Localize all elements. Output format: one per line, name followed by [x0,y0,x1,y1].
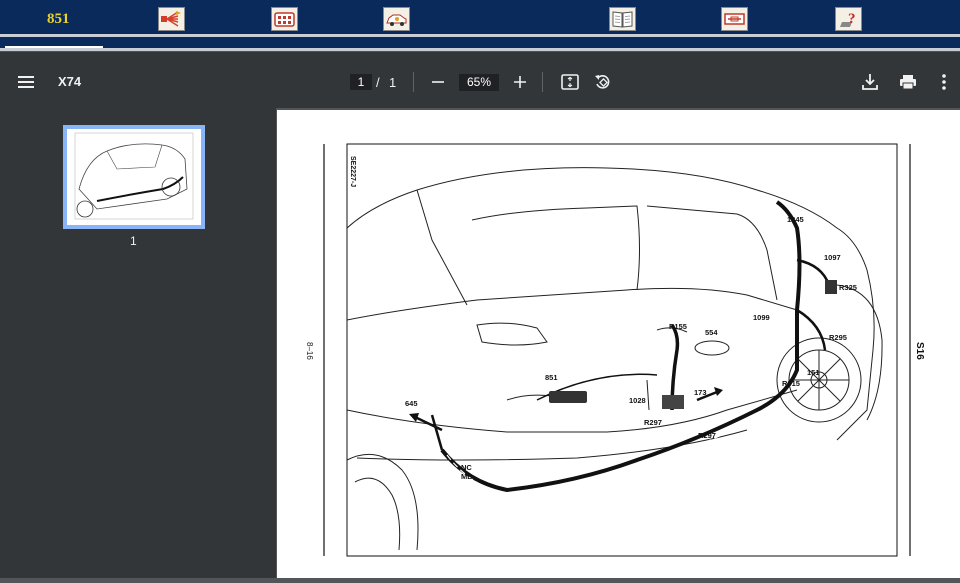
wiring-harness [430,200,831,497]
callout-mb: MB [461,472,473,481]
app-top-bar: 851 ? [0,0,960,34]
callout-645: 645 [405,399,418,408]
print-icon [900,75,916,90]
component-851 [549,391,587,403]
callout-1097: 1097 [824,253,841,262]
callout-r325: R325 [839,283,857,292]
component-r325 [825,280,837,294]
callout-554: 554 [705,328,718,337]
document-title: X74 [58,74,82,89]
app-tab-strip [0,37,960,48]
fit-page-button[interactable] [559,71,581,93]
wiring-diagram: 1245 1097 R325 R295 151 R315 1099 554 R1… [305,143,925,557]
menu-icon[interactable] [14,70,38,94]
callout-151: 151 [807,368,820,377]
figure-reference: SE2227-J [349,156,356,187]
plus-icon [514,76,526,88]
manual-book-icon[interactable] [609,7,636,31]
zoom-level-input[interactable]: 65% [459,74,499,91]
minus-icon [432,81,444,83]
more-actions-button[interactable] [936,71,952,93]
component-554 [694,340,730,356]
thumbnail-page-number: 1 [130,234,137,248]
callout-r155: R155 [669,322,687,331]
callout-r315: R315 [782,379,800,388]
pdf-page: 1245 1097 R325 R295 151 R315 1099 554 R1… [277,110,960,578]
download-icon [862,74,878,90]
more-vert-icon [942,74,946,90]
zoom-out-button[interactable] [428,72,448,92]
thumbnail-car-drawing [74,132,194,220]
svg-text:?: ? [848,11,856,27]
callout-r295: R295 [829,333,847,342]
pdf-toolbar: X74 1 / 1 65% [0,52,960,108]
page-reference: 8–16 [305,342,314,360]
page-count: 1 [389,75,397,90]
toolbar-divider [542,72,543,92]
callout-1028: 1028 [629,396,646,405]
callout-r297-a: R297 [644,418,662,427]
car-location-icon[interactable] [383,7,410,31]
callout-173: 173 [694,388,707,397]
front-wheel [346,453,419,551]
download-button[interactable] [859,71,881,93]
zoom-in-button[interactable] [510,72,530,92]
page-thumbnail[interactable] [63,125,205,229]
print-button[interactable] [897,71,919,93]
callout-851: 851 [545,373,558,382]
fit-page-icon [561,74,579,90]
callout-r297-b: R297 [698,431,716,440]
help-icon[interactable]: ? [835,7,862,31]
page-number-input[interactable]: 1 [350,74,372,90]
component-1028 [662,395,684,409]
app-bar-separator-bottom [0,48,960,51]
toolbar-divider [413,72,414,92]
arrow-645 [416,416,443,432]
connector-icon[interactable] [271,7,298,31]
callout-1245: 1245 [787,215,804,224]
document-code: 851 [47,11,70,27]
section-tag: S16 [914,342,925,360]
page-separator: / [376,75,380,90]
callout-nc: NC [461,463,472,472]
wiring-network-icon[interactable] [158,7,185,31]
rotate-button[interactable] [592,71,614,93]
rotate-icon [595,75,610,89]
callout-1099: 1099 [753,313,770,322]
fuse-panel-icon[interactable] [721,7,748,31]
